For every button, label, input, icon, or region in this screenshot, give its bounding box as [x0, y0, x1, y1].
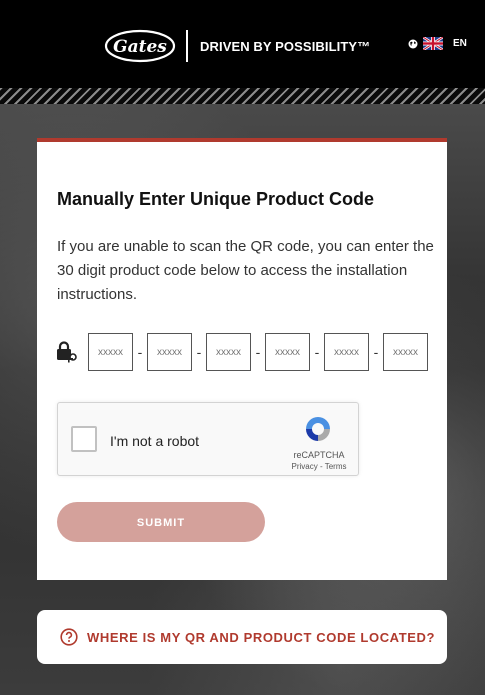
product-code-inputs: - - - - - — [55, 333, 428, 371]
language-selector[interactable]: EN — [408, 37, 467, 50]
brand-logo[interactable]: Gates DRIVEN BY POSSIBILITY™ — [104, 28, 370, 64]
form-title: Manually Enter Unique Product Code — [57, 189, 375, 209]
code-input-2[interactable] — [147, 333, 192, 371]
question-circle-icon — [60, 628, 78, 646]
recaptcha-label: I'm not a robot — [110, 433, 200, 449]
tagline: DRIVEN BY POSSIBILITY™ — [200, 38, 371, 54]
uk-flag-icon — [423, 37, 443, 50]
help-qr-location-link[interactable]: WHERE IS MY QR AND PRODUCT CODE LOCATED? — [37, 610, 447, 664]
code-separator: - — [314, 344, 320, 360]
globe-icon — [408, 39, 418, 48]
code-input-6[interactable] — [383, 333, 428, 371]
code-input-5[interactable] — [324, 333, 369, 371]
help-link-text: WHERE IS MY QR AND PRODUCT CODE LOCATED? — [87, 629, 436, 645]
code-input-3[interactable] — [206, 333, 251, 371]
header-stripe-divider — [0, 88, 485, 104]
logo-divider — [186, 30, 188, 62]
code-separator: - — [196, 344, 202, 360]
recaptcha-logo-icon — [306, 417, 330, 441]
code-input-1[interactable] — [88, 333, 133, 371]
recaptcha-privacy-terms-links[interactable]: Privacy - Terms — [286, 462, 352, 471]
form-description: If you are unable to scan the QR code, y… — [57, 238, 434, 303]
code-separator: - — [137, 344, 143, 360]
svg-text:Gates: Gates — [113, 37, 167, 57]
product-code-form-card: Manually Enter Unique Product Code If yo… — [37, 138, 447, 580]
recaptcha-brand: reCAPTCHA — [293, 450, 345, 460]
code-separator: - — [373, 344, 379, 360]
submit-button[interactable]: SUBMIT — [57, 502, 265, 542]
recaptcha-checkbox[interactable] — [71, 426, 97, 452]
site-header: Gates DRIVEN BY POSSIBILITY™ EN — [0, 0, 485, 88]
gates-logo-icon: Gates — [104, 29, 176, 63]
language-code: EN — [453, 38, 467, 49]
code-input-4[interactable] — [265, 333, 310, 371]
lock-key-icon — [57, 341, 77, 363]
recaptcha-widget: I'm not a robot reCAPTCHA Privacy - Term… — [57, 402, 359, 476]
code-separator: - — [255, 344, 261, 360]
